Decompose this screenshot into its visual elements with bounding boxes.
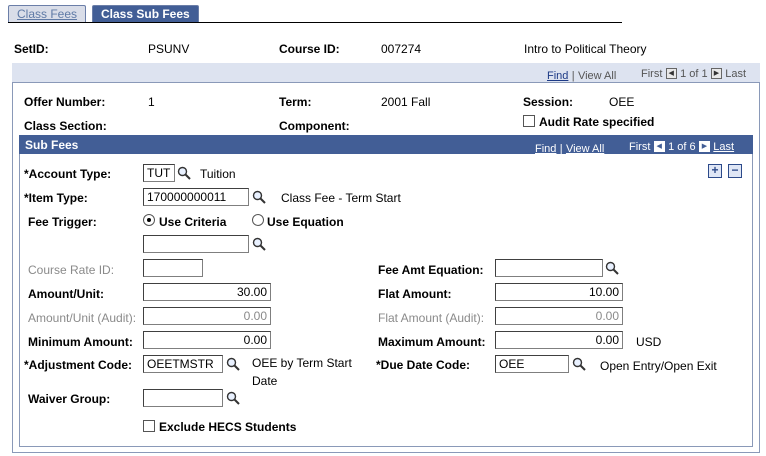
fee-amt-equation-input[interactable] (495, 259, 603, 277)
amount-unit-audit-label: Amount/Unit (Audit): (28, 311, 137, 325)
flat-amount-input[interactable]: 10.00 (495, 283, 623, 301)
flat-amount-audit-input[interactable]: 0.00 (495, 307, 623, 325)
setid-value: PSUNV (148, 42, 190, 56)
amount-unit-input[interactable]: 30.00 (143, 283, 271, 301)
item-type-label: *Item Type: (24, 191, 88, 205)
use-criteria-radio[interactable] (143, 214, 155, 226)
item-type-lookup-icon[interactable] (252, 190, 266, 204)
due-date-code-input[interactable]: OEE (495, 355, 569, 373)
minimum-amount-label: Minimum Amount: (28, 335, 133, 349)
due-date-code-label: *Due Date Code: (376, 358, 471, 372)
amount-unit-audit-input[interactable]: 0.00 (143, 307, 271, 325)
criteria-input[interactable] (143, 235, 249, 253)
tab-underline (8, 22, 622, 23)
outer-first: First (641, 68, 663, 80)
subfees-nav: Find | View All (535, 141, 604, 155)
outer-pager: First ◀ 1 of 1 ▶ Last (641, 66, 746, 80)
term-value: 2001 Fall (381, 95, 431, 109)
fee-amt-equation-lookup-icon[interactable] (605, 261, 619, 275)
outer-view-all: View All (577, 70, 617, 82)
subfees-prev-icon[interactable]: ◀ (653, 141, 665, 153)
due-date-desc: Open Entry/Open Exit (600, 359, 717, 373)
tab-class-sub-fees[interactable]: Class Sub Fees (92, 5, 199, 23)
session-label: Session: (523, 95, 574, 109)
adjustment-code-label: *Adjustment Code: (24, 358, 132, 372)
sub-fees-title: Sub Fees (25, 138, 79, 152)
adjustment-code-input[interactable]: OEETMSTR (143, 355, 223, 373)
exclude-hecs-label: Exclude HECS Students (159, 420, 297, 434)
criteria-lookup-icon[interactable] (252, 237, 266, 251)
subfees-last-link[interactable]: Last (713, 141, 734, 153)
outer-prev-icon[interactable]: ◀ (665, 68, 677, 80)
flat-amount-label: Flat Amount: (378, 287, 452, 301)
subfees-pager: First ◀ 1 of 6 ▶ Last (629, 139, 734, 153)
flat-amount-audit-label: Flat Amount (Audit): (378, 311, 485, 325)
audit-rate-label: Audit Rate specified (539, 115, 655, 129)
offer-number-value: 1 (148, 95, 155, 109)
item-type-input[interactable]: 170000000011 (143, 188, 249, 206)
outer-nav: Find | View All (547, 68, 616, 82)
fee-trigger-label: Fee Trigger: (28, 215, 97, 229)
subfees-find-link[interactable]: Find (535, 143, 556, 155)
item-type-desc: Class Fee - Term Start (281, 191, 401, 205)
due-date-code-lookup-icon[interactable] (572, 357, 586, 371)
term-label: Term: (279, 95, 312, 109)
adjustment-desc-line1: OEE by Term Start (252, 356, 352, 370)
course-id-value: 007274 (381, 42, 422, 56)
account-type-desc: Tuition (200, 167, 236, 181)
fee-amt-equation-label: Fee Amt Equation: (378, 263, 484, 277)
minimum-amount-input[interactable]: 0.00 (143, 331, 271, 349)
outer-nav-sep: | (571, 70, 575, 82)
delete-row-button[interactable]: − (728, 164, 742, 178)
outer-find-link[interactable]: Find (547, 70, 568, 82)
adjustment-code-lookup-icon[interactable] (226, 357, 240, 371)
course-title: Intro to Political Theory (524, 42, 647, 56)
use-equation-radio[interactable] (252, 214, 264, 226)
exclude-hecs-checkbox[interactable] (143, 420, 155, 432)
session-value: OEE (609, 95, 635, 109)
account-type-lookup-icon[interactable] (177, 166, 191, 180)
component-label: Component: (279, 119, 350, 133)
subfees-first: First (629, 141, 651, 153)
maximum-amount-input[interactable]: 0.00 (495, 331, 623, 349)
course-id-label: Course ID: (279, 42, 340, 56)
waiver-group-input[interactable] (143, 389, 223, 407)
subfees-nav-sep: | (559, 143, 563, 155)
offer-number-label: Offer Number: (24, 95, 106, 109)
waiver-group-lookup-icon[interactable] (226, 391, 240, 405)
waiver-group-label: Waiver Group: (28, 392, 111, 406)
class-section-label: Class Section: (24, 119, 107, 133)
outer-next-icon[interactable]: ▶ (710, 68, 722, 80)
account-type-input[interactable]: TUT (143, 164, 175, 182)
adjustment-desc-line2: Date (252, 374, 278, 388)
amount-unit-label: Amount/Unit: (28, 287, 104, 301)
currency-code: USD (636, 335, 662, 349)
use-equation-label: Use Equation (267, 215, 344, 229)
account-type-label: *Account Type: (24, 167, 112, 181)
audit-rate-checkbox[interactable] (523, 115, 535, 127)
add-row-button[interactable]: + (708, 164, 722, 178)
tab-class-fees[interactable]: Class Fees (8, 5, 87, 23)
subfees-next-icon[interactable]: ▶ (698, 141, 710, 153)
course-rate-id-input[interactable] (143, 259, 203, 277)
subfees-view-all-link[interactable]: View All (566, 143, 604, 155)
setid-label: SetID: (14, 42, 49, 56)
subfees-count: 1 of 6 (668, 141, 696, 153)
use-criteria-label: Use Criteria (159, 215, 227, 229)
outer-count: 1 of 1 (680, 68, 708, 80)
outer-last: Last (725, 68, 747, 80)
course-rate-id-label: Course Rate ID: (28, 263, 115, 277)
maximum-amount-label: Maximum Amount: (378, 335, 486, 349)
